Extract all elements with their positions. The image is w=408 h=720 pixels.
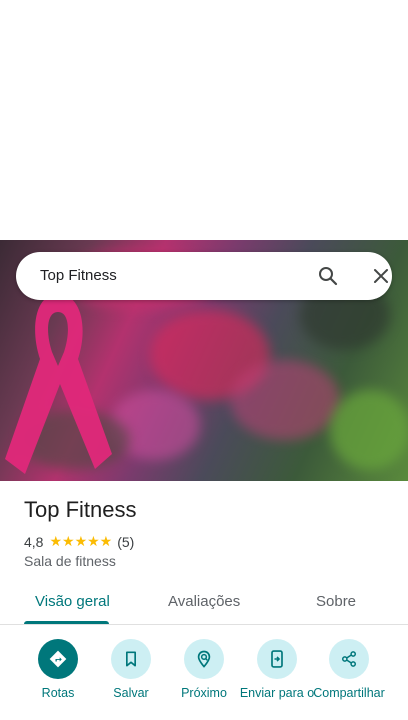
share-icon (342, 651, 356, 667)
place-category: Sala de fitness (24, 553, 116, 569)
ribbon-graphic (5, 294, 112, 474)
search-bar[interactable]: Top Fitness (16, 252, 392, 300)
tab-overview[interactable]: Visão geral (35, 593, 110, 610)
nearby-icon (197, 650, 211, 668)
review-count[interactable]: (5) (117, 534, 134, 550)
send-to-phone-button[interactable]: Enviar para o (239, 639, 315, 701)
save-button[interactable]: Salvar (93, 639, 169, 701)
blank-area (0, 0, 408, 240)
star-rating: ★★★★★ (49, 533, 113, 549)
place-title: Top Fitness (24, 497, 137, 522)
send-to-phone-label: Enviar para o (239, 686, 315, 700)
directions-label: Rotas (41, 686, 75, 700)
share-label: Compartilhar (313, 686, 385, 700)
tab-reviews[interactable]: Avaliações (168, 593, 240, 610)
tab-about[interactable]: Sobre (316, 593, 356, 610)
share-button[interactable]: Compartilhar (311, 639, 387, 701)
directions-button[interactable]: Rotas (20, 639, 96, 701)
directions-icon (49, 650, 67, 668)
send-to-phone-icon (271, 650, 283, 668)
close-icon[interactable] (369, 264, 393, 288)
rating-row[interactable]: 4,8 ★★★★★ (5) (24, 533, 134, 550)
search-query[interactable]: Top Fitness (40, 267, 117, 284)
nearby-label: Próximo (181, 686, 227, 700)
bookmark-icon (126, 651, 136, 667)
active-tab-indicator (24, 621, 109, 624)
rating-value: 4,8 (24, 533, 44, 550)
tab-bar: Visão geral Avaliações Sobre (0, 583, 408, 625)
save-label: Salvar (113, 686, 149, 700)
nearby-button[interactable]: Próximo (166, 639, 242, 701)
action-bar: Rotas Salvar Próximo Enviar para o Compa… (0, 639, 408, 720)
search-icon[interactable] (316, 264, 340, 288)
